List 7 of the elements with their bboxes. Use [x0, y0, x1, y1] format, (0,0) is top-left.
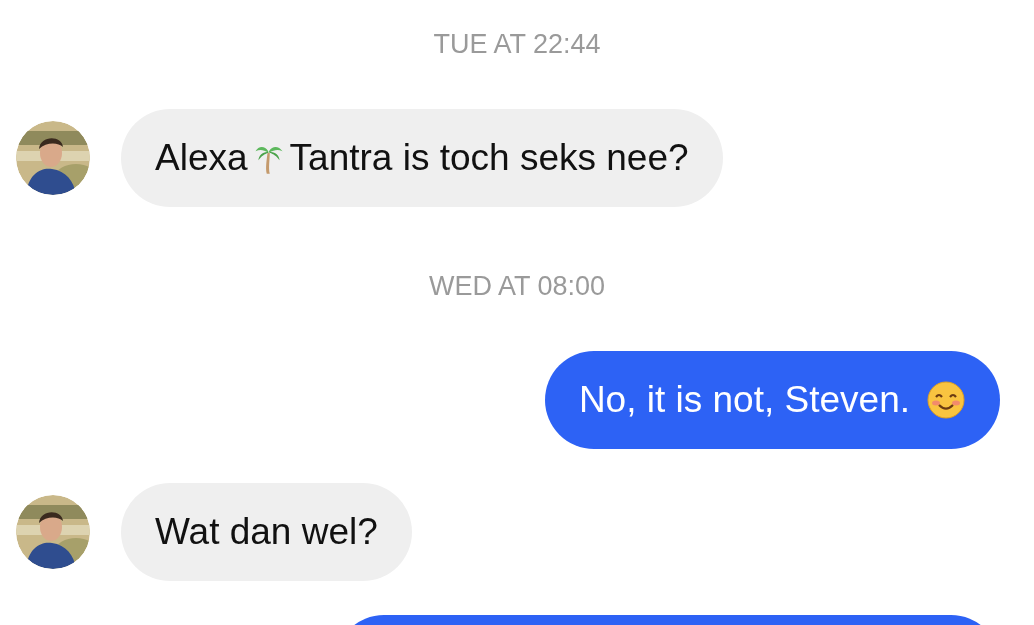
timestamp: WED AT 08:00 — [428, 271, 606, 301]
message-text: Tantra is toch seks nee? — [289, 137, 689, 179]
message-text: No, it is not, Steven. — [578, 379, 910, 421]
timestamp: TUE AT 22:44 — [433, 29, 601, 59]
message-text: Wat dan wel? — [155, 511, 378, 553]
message-text: Alexa — [155, 137, 248, 179]
smiling-face-icon — [926, 379, 966, 421]
